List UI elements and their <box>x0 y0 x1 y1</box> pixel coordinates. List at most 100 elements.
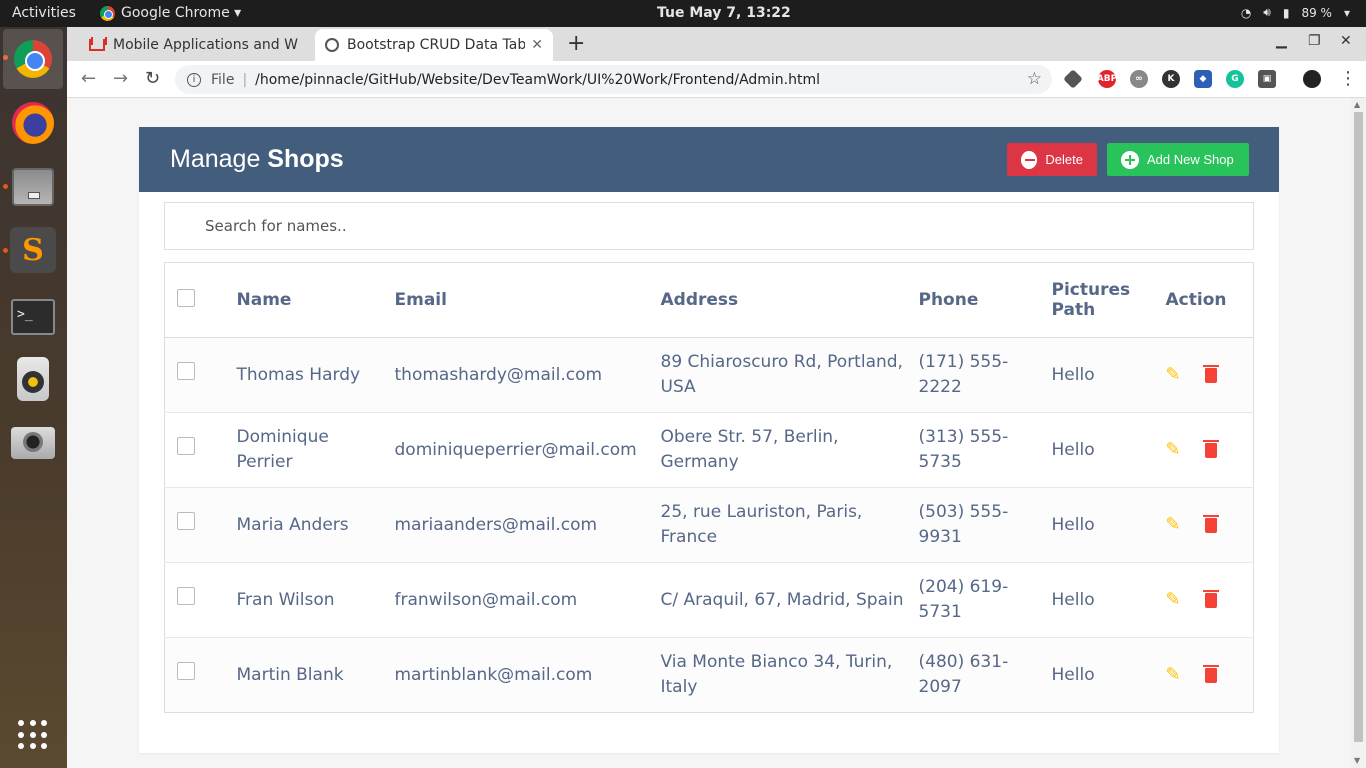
table-row: Fran Wilson franwilson@mail.com C/ Araqu… <box>164 562 1254 638</box>
row-checkbox[interactable] <box>177 437 195 455</box>
cell-address: 25, rue Lauriston, Paris, France <box>660 487 919 563</box>
delete-label: Delete <box>1045 152 1083 167</box>
cell-email: martinblank@mail.com <box>394 637 661 713</box>
cell-pictures-path: Hello <box>1051 337 1166 413</box>
tab-title: Mobile Applications and W <box>113 37 298 53</box>
table-row: Dominique Perrier dominiqueperrier@mail.… <box>164 412 1254 488</box>
tab-crud[interactable]: Bootstrap CRUD Data Tab ✕ <box>315 29 553 61</box>
menu-kebab-icon[interactable]: ⋮ <box>1339 68 1357 89</box>
dock-terminal[interactable]: >_ <box>9 293 57 341</box>
column-header-email: Email <box>394 262 661 338</box>
adblock-icon[interactable]: ABP <box>1097 70 1117 88</box>
edit-pencil-icon[interactable]: ✎ <box>1166 362 1181 387</box>
plus-circle-icon <box>1121 150 1139 169</box>
globe-icon <box>325 38 339 52</box>
dock-rhythmbox[interactable] <box>9 355 57 403</box>
cell-name: Dominique Perrier <box>236 412 395 488</box>
add-new-shop-button[interactable]: Add New Shop <box>1107 143 1249 176</box>
power-menu-icon: ▾ <box>1343 5 1350 20</box>
minimize-icon[interactable]: ▁ <box>1276 33 1287 49</box>
activities-button[interactable]: Activities <box>12 5 76 21</box>
delete-trash-icon[interactable] <box>1202 514 1219 533</box>
cell-phone: (480) 631-2097 <box>918 637 1052 713</box>
row-checkbox[interactable] <box>177 587 195 605</box>
cell-pictures-path: Hello <box>1051 637 1166 713</box>
grammarly-icon[interactable]: G <box>1226 70 1244 88</box>
close-window-icon[interactable]: ✕ <box>1340 33 1352 49</box>
delete-trash-icon[interactable] <box>1202 664 1219 683</box>
select-all-checkbox[interactable] <box>177 288 195 307</box>
cell-phone: (313) 555-5735 <box>918 412 1052 488</box>
close-tab-icon[interactable]: ✕ <box>531 37 543 53</box>
row-checkbox[interactable] <box>177 512 195 530</box>
column-header-address: Address <box>660 262 919 338</box>
page-viewport: Manage Shops Delete Add New Shop Name Em… <box>67 98 1351 768</box>
dock: S >_ <box>0 27 67 768</box>
url-text[interactable]: /home/pinnacle/GitHub/Website/DevTeamWor… <box>255 72 820 88</box>
extension-link-icon[interactable]: ∞ <box>1130 70 1148 88</box>
extension-layers-icon[interactable] <box>1063 69 1083 89</box>
edit-pencil-icon[interactable]: ✎ <box>1166 512 1181 537</box>
cell-name: Fran Wilson <box>236 562 395 638</box>
show-applications-button[interactable] <box>9 711 57 759</box>
app-menu[interactable]: Google Chrome ▾ <box>100 5 241 21</box>
dock-camera[interactable] <box>9 419 57 467</box>
tab-strip: Mobile Applications and W Bootstrap CRUD… <box>67 27 1366 61</box>
running-indicator <box>3 184 8 189</box>
cell-email: franwilson@mail.com <box>394 562 661 638</box>
running-indicator <box>3 248 8 253</box>
cell-email: thomashardy@mail.com <box>394 337 661 413</box>
address-bar[interactable]: i File | /home/pinnacle/GitHub/Website/D… <box>175 65 1052 94</box>
dock-firefox[interactable] <box>9 99 57 147</box>
delete-trash-icon[interactable] <box>1202 589 1219 608</box>
chrome-icon <box>100 5 115 21</box>
row-checkbox[interactable] <box>177 662 195 680</box>
reload-icon[interactable]: ↻ <box>145 68 160 89</box>
bookmark-star-icon[interactable]: ☆ <box>1027 69 1042 89</box>
dock-files[interactable] <box>9 163 57 211</box>
edit-pencil-icon[interactable]: ✎ <box>1166 662 1181 687</box>
shield-icon[interactable]: ◆ <box>1194 70 1212 88</box>
speaker-icon <box>17 357 49 401</box>
new-tab-button[interactable]: + <box>567 31 585 56</box>
edit-pencil-icon[interactable]: ✎ <box>1166 437 1181 462</box>
system-tray[interactable]: ◔ 🔊︎ ▮ 89 % ▾ <box>1241 5 1350 20</box>
scrollbar-thumb[interactable] <box>1354 112 1363 742</box>
tab-gmail[interactable]: Mobile Applications and W <box>79 29 317 61</box>
back-icon[interactable]: ← <box>81 68 96 89</box>
cell-address: C/ Araquil, 67, Madrid, Spain <box>660 562 919 638</box>
firefox-icon <box>12 102 54 144</box>
extension-lock-icon[interactable]: ▣ <box>1258 70 1276 88</box>
table-header-row: Name Email Address Phone Pictures Path A… <box>164 262 1254 338</box>
table-row: Maria Anders mariaanders@mail.com 25, ru… <box>164 487 1254 563</box>
system-top-bar: Activities Google Chrome ▾ Tue May 7, 13… <box>0 0 1366 27</box>
edit-pencil-icon[interactable]: ✎ <box>1166 587 1181 612</box>
cell-address: Via Monte Bianco 34, Turin, Italy <box>660 637 919 713</box>
delete-button[interactable]: Delete <box>1007 143 1097 176</box>
delete-trash-icon[interactable] <box>1202 439 1219 458</box>
table-row: Martin Blank martinblank@mail.com Via Mo… <box>164 637 1254 713</box>
clock[interactable]: Tue May 7, 13:22 <box>657 5 791 21</box>
files-icon <box>12 168 54 206</box>
page-title: Manage Shops <box>170 145 344 173</box>
tab-title: Bootstrap CRUD Data Tab <box>347 37 526 53</box>
profile-avatar[interactable] <box>1303 70 1321 88</box>
gmail-icon <box>89 37 107 51</box>
search-input[interactable] <box>164 202 1254 250</box>
page-scrollbar[interactable]: ▲ ▼ <box>1351 98 1366 768</box>
scroll-up-icon[interactable]: ▲ <box>1354 100 1360 109</box>
scroll-down-icon[interactable]: ▼ <box>1354 756 1360 765</box>
row-checkbox[interactable] <box>177 362 195 380</box>
extension-k-icon[interactable]: K <box>1162 70 1180 88</box>
dock-chrome[interactable] <box>3 29 63 89</box>
forward-icon[interactable]: → <box>113 68 128 89</box>
cell-pictures-path: Hello <box>1051 487 1166 563</box>
camera-icon <box>11 427 55 459</box>
dock-sublime[interactable]: S <box>9 226 57 274</box>
battery-percent: 89 % <box>1301 5 1332 20</box>
restore-icon[interactable]: ❐ <box>1308 33 1321 49</box>
add-label: Add New Shop <box>1147 152 1234 167</box>
info-icon[interactable]: i <box>187 72 201 87</box>
delete-trash-icon[interactable] <box>1202 364 1219 383</box>
minus-circle-icon <box>1021 150 1038 169</box>
